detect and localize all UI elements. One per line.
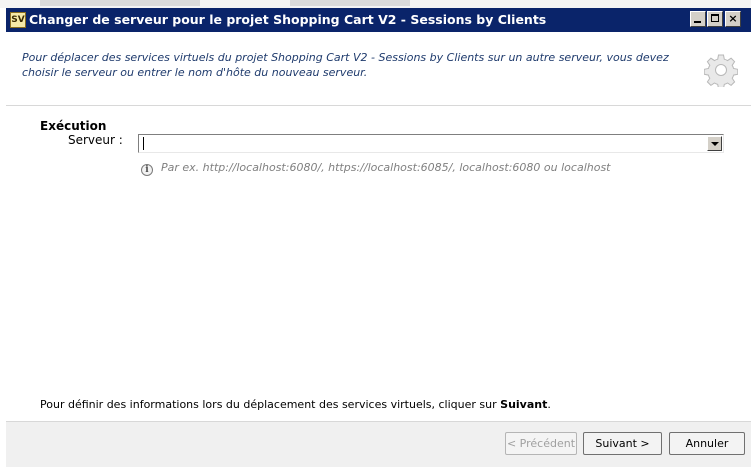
server-combobox[interactable] (138, 134, 724, 153)
minimize-button[interactable] (690, 11, 706, 27)
next-button[interactable]: Suivant > (583, 432, 662, 455)
app-icon[interactable]: SV (10, 12, 26, 28)
previous-button[interactable]: < Précédent (505, 432, 577, 455)
window-title: Changer de serveur pour le projet Shoppi… (29, 12, 547, 27)
header-description: Pour déplacer des services virtuels du p… (22, 51, 669, 79)
cancel-button[interactable]: Annuler (669, 432, 745, 455)
background-text-fragment (290, 0, 410, 6)
chevron-down-icon (711, 142, 719, 146)
maximize-icon (711, 14, 719, 22)
maximize-button[interactable] (707, 11, 723, 27)
footer-instruction-text: Pour définir des informations lors du dé… (40, 398, 501, 411)
footer-instruction: Pour définir des informations lors du dé… (40, 398, 551, 411)
background-text-fragment (40, 0, 200, 6)
server-dropdown-button[interactable] (707, 136, 722, 151)
section-title-execution: Exécution (40, 119, 107, 133)
server-hint: i Par ex. http://localhost:6080/, https:/… (141, 161, 611, 176)
server-input[interactable] (141, 136, 701, 150)
button-bar: < Précédent Suivant > Annuler (6, 421, 751, 467)
server-hint-text: Par ex. http://localhost:6080/, https://… (161, 161, 611, 174)
wizard-header: Pour déplacer des services virtuels du p… (6, 32, 751, 106)
gear-icon (704, 54, 738, 87)
close-icon: × (728, 12, 738, 25)
minimize-icon (694, 21, 701, 23)
text-cursor (143, 137, 144, 150)
footer-instruction-suffix: . (547, 398, 551, 411)
background-window-strip (0, 0, 751, 8)
server-label: Serveur : (68, 133, 123, 147)
close-button[interactable]: × (725, 11, 741, 27)
title-bar[interactable]: SV Changer de serveur pour le projet Sho… (6, 8, 751, 32)
footer-instruction-bold: Suivant (500, 398, 548, 411)
wizard-content: Exécution Serveur : i Par ex. http://loca… (6, 106, 751, 421)
dialog-window: SV Changer de serveur pour le projet Sho… (6, 8, 751, 467)
info-icon: i (141, 164, 153, 176)
